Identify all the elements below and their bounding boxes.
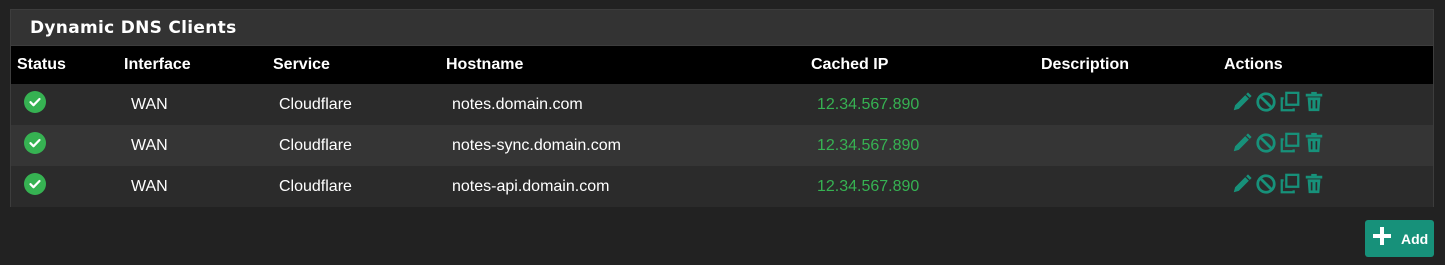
column-header-interface[interactable]: Interface [118,46,267,84]
interface-cell: WAN [131,136,168,154]
column-header-description[interactable]: Description [1035,46,1218,84]
column-header-status[interactable]: Status [11,46,118,84]
column-header-hostname[interactable]: Hostname [440,46,805,84]
actions-cell [1218,125,1433,166]
cached-ip-cell: 12.34.567.890 [817,95,920,113]
hostname-cell: notes-api.domain.com [452,177,610,195]
table-row: WAN Cloudflare notes.domain.com 12.34.56… [11,84,1433,125]
status-cell [11,125,118,166]
service-cell: Cloudflare [279,95,352,113]
panel-title: Dynamic DNS Clients [30,17,237,38]
ban-icon[interactable] [1254,131,1278,155]
dynamic-dns-panel: Dynamic DNS Clients Status Interface Ser… [10,9,1434,207]
table-row: WAN Cloudflare notes-sync.domain.com 12.… [11,125,1433,166]
clone-icon[interactable] [1278,90,1302,114]
hostname-cell: notes-sync.domain.com [452,136,621,154]
cached-ip-cell: 12.34.567.890 [817,177,920,195]
column-header-service[interactable]: Service [267,46,440,84]
interface-cell: WAN [131,95,168,113]
description-cell [1035,166,1218,207]
cached-ip-cell: 12.34.567.890 [817,136,920,154]
pencil-icon[interactable] [1230,90,1254,114]
check-circle-icon [24,172,46,195]
service-cell: Cloudflare [279,136,352,154]
pencil-icon[interactable] [1230,172,1254,196]
trash-icon[interactable] [1302,172,1326,196]
status-cell [11,84,118,125]
service-cell: Cloudflare [279,177,352,195]
add-button-label: Add [1401,230,1429,247]
status-cell [11,166,118,207]
table-row: WAN Cloudflare notes-api.domain.com 12.3… [11,166,1433,207]
panel-heading: Dynamic DNS Clients [11,10,1433,46]
column-header-actions: Actions [1224,56,1283,73]
ddns-clients-table: Status Interface Service Hostname Cached… [11,46,1433,207]
add-button[interactable]: Add [1365,220,1434,257]
actions-cell [1218,84,1433,125]
ban-icon[interactable] [1254,172,1278,196]
description-cell [1035,125,1218,166]
table-header-row: Status Interface Service Hostname Cached… [11,46,1433,84]
trash-icon[interactable] [1302,90,1326,114]
check-circle-icon [24,131,46,154]
actions-cell [1218,166,1433,207]
ban-icon[interactable] [1254,90,1278,114]
pencil-icon[interactable] [1230,131,1254,155]
description-cell [1035,84,1218,125]
hostname-cell: notes.domain.com [452,95,583,113]
interface-cell: WAN [131,177,168,195]
plus-icon [1371,225,1393,252]
check-circle-icon [24,90,46,113]
column-header-cached-ip[interactable]: Cached IP [805,46,1035,84]
clone-icon[interactable] [1278,172,1302,196]
trash-icon[interactable] [1302,131,1326,155]
clone-icon[interactable] [1278,131,1302,155]
